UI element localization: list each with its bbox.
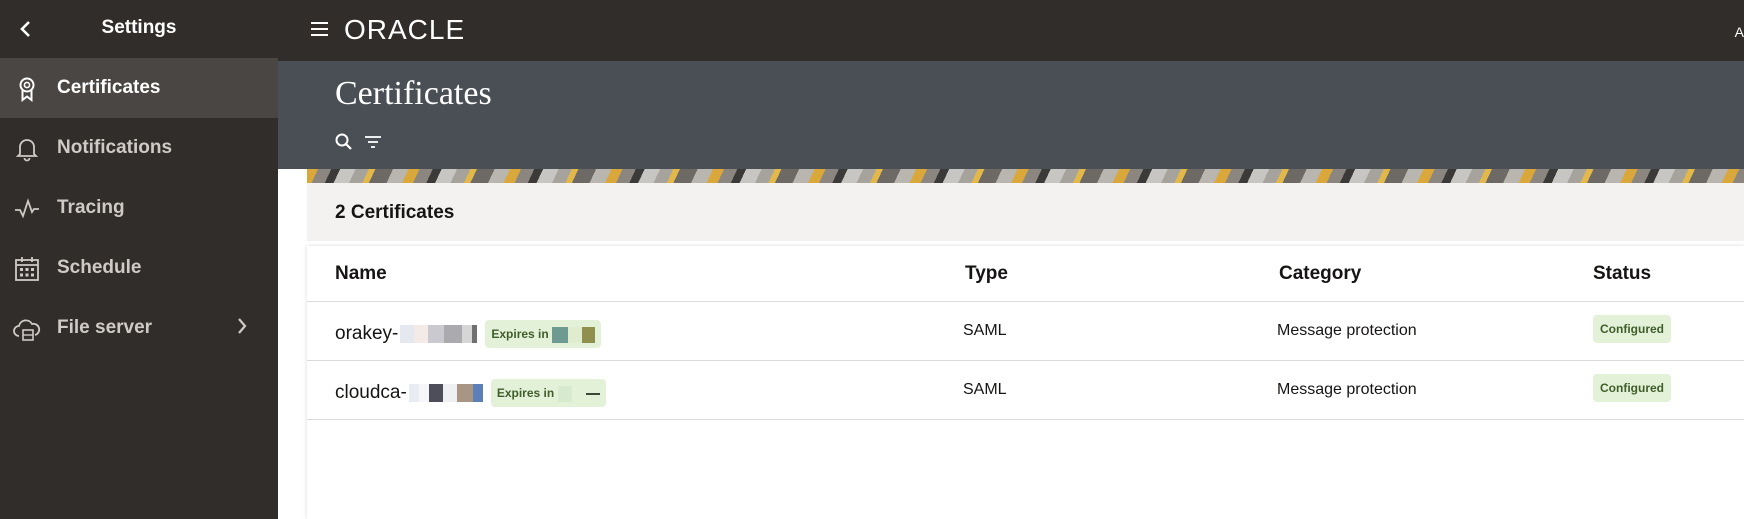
certificate-category: Message protection	[1277, 322, 1417, 339]
status-badge: Configured	[1593, 374, 1671, 402]
redacted-block	[552, 326, 569, 343]
sidebar-item-label: Certificates	[57, 77, 161, 98]
bell-icon	[12, 134, 42, 164]
results-count: 2 Certificates	[335, 202, 455, 223]
sidebar-item-label: Schedule	[57, 257, 142, 278]
calendar-icon	[12, 254, 42, 284]
sidebar-title: Settings	[101, 17, 177, 38]
certificate-name-text: cloudca-	[335, 382, 407, 403]
certificate-name[interactable]: orakey- Expires in	[335, 320, 602, 348]
column-header-status[interactable]: Status	[1593, 263, 1651, 285]
sidebar-item-notifications[interactable]: Notifications	[0, 118, 278, 178]
top-bar: ORACLE A	[278, 0, 1744, 61]
sidebar-item-label: Tracing	[57, 197, 125, 218]
expires-badge: Expires in	[490, 379, 606, 407]
page-title: Certificates	[335, 75, 492, 112]
sidebar-item-certificates[interactable]: Certificates	[0, 58, 278, 118]
certificate-name-text: orakey-	[335, 323, 399, 344]
user-menu[interactable]: A	[1735, 24, 1744, 40]
filter-button[interactable]	[364, 133, 384, 153]
page-header: Certificates	[278, 61, 1744, 169]
sidebar-item-file-server[interactable]: File server	[0, 298, 278, 358]
certificate-category: Message protection	[1277, 381, 1417, 398]
expires-label: Expires in	[496, 386, 555, 400]
certificate-icon	[12, 74, 42, 104]
sidebar-item-schedule[interactable]: Schedule	[0, 238, 278, 298]
sidebar-header: Settings	[0, 0, 278, 58]
column-header-type[interactable]: Type	[965, 263, 1008, 285]
search-icon	[335, 133, 352, 150]
certificate-type: SAML	[963, 381, 1007, 398]
certificate-name[interactable]: cloudca- Expires in	[335, 379, 606, 407]
cloud-server-icon	[12, 314, 42, 344]
certificate-type: SAML	[963, 322, 1007, 339]
table-row[interactable]: orakey- Expires in SAML Message protecti…	[307, 302, 1744, 361]
redacted-block	[582, 326, 596, 343]
redacted-block	[408, 384, 483, 402]
settings-sidebar: Settings Certificates Notifications Trac…	[0, 0, 278, 519]
sidebar-item-label: File server	[57, 317, 153, 338]
expires-badge: Expires in	[485, 320, 602, 348]
column-header-name[interactable]: Name	[335, 263, 387, 285]
redacted-block	[568, 326, 583, 343]
chevron-right-icon	[236, 316, 248, 342]
pulse-icon	[12, 194, 42, 224]
redacted-block	[557, 385, 572, 402]
certificates-table: Name Type Category Status orakey- Expire…	[307, 246, 1744, 519]
hamburger-menu-icon[interactable]	[311, 22, 331, 38]
redacted-block	[585, 392, 600, 395]
expires-label: Expires in	[491, 327, 549, 341]
table-row[interactable]: cloudca- Expires in SAML Message protect…	[307, 361, 1744, 420]
oracle-logo: ORACLE	[344, 14, 466, 45]
results-count-bar: 2 Certificates	[307, 183, 1744, 241]
column-header-category[interactable]: Category	[1279, 263, 1361, 285]
status-badge: Configured	[1593, 315, 1671, 343]
redacted-block	[571, 385, 586, 402]
sidebar-item-label: Notifications	[57, 137, 173, 158]
search-button[interactable]	[335, 133, 355, 153]
filter-icon	[365, 136, 381, 148]
decorative-banner	[307, 169, 1744, 183]
sidebar-item-tracing[interactable]: Tracing	[0, 178, 278, 238]
redacted-block	[400, 325, 478, 343]
